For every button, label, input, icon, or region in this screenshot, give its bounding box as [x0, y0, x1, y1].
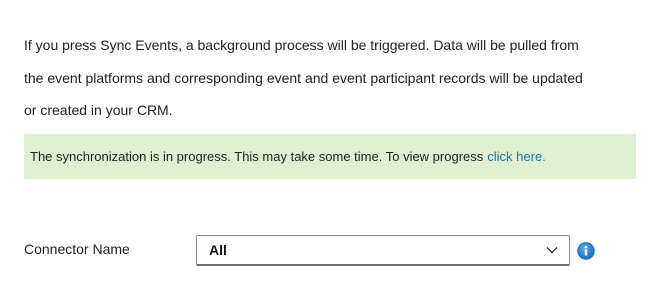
sync-description-line: the event platforms and corresponding ev… — [24, 69, 583, 86]
sync-status-message: The synchronization is in progress. This… — [30, 149, 484, 164]
chevron-down-icon — [545, 243, 559, 257]
sync-description-line: or created in your CRM. — [24, 102, 173, 118]
sync-status-banner: The synchronization is in progress. This… — [24, 134, 636, 179]
view-progress-link[interactable]: click here. — [487, 149, 546, 164]
info-icon[interactable] — [577, 242, 595, 260]
sync-description: If you press Sync Events, a background p… — [24, 29, 636, 127]
connector-name-select[interactable]: All — [196, 235, 570, 266]
connector-name-selected-value: All — [209, 242, 227, 258]
sync-description-line: If you press Sync Events, a background p… — [24, 37, 579, 53]
connector-name-label: Connector Name — [24, 241, 130, 257]
